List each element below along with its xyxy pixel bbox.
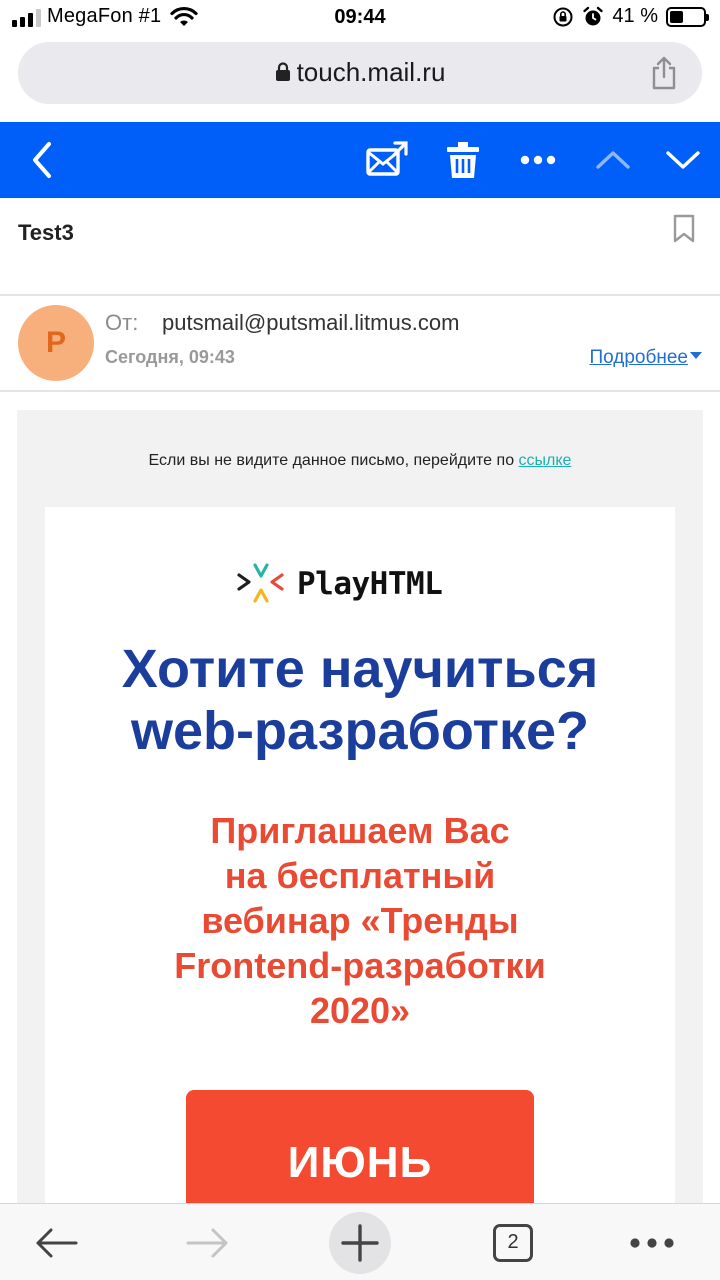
envelope-arrows-icon	[366, 141, 408, 176]
screen: MegaFon #1 09:44 41 % touch.mail.ru Test…	[0, 0, 720, 1280]
trash-icon	[447, 142, 479, 178]
headline: Хотите научиться web-разработке?	[45, 638, 675, 762]
details-link-label: Подробнее	[589, 347, 688, 368]
divider	[0, 390, 720, 392]
mail-toolbar	[0, 122, 720, 198]
next-message-button[interactable]	[662, 122, 704, 198]
url-text: touch.mail.ru	[296, 57, 446, 87]
more-dots-icon	[520, 155, 556, 165]
orientation-lock-icon	[553, 7, 573, 26]
battery-percent: 41 %	[612, 5, 658, 27]
more-dots-icon	[630, 1237, 674, 1248]
invitation-text: Приглашаем Вас на бесплатный вебинар «Тр…	[45, 808, 675, 1033]
lock-icon	[275, 62, 290, 82]
new-tab-circle	[329, 1211, 391, 1274]
invitation-line: Приглашаем Вас	[210, 810, 510, 851]
new-tab-button[interactable]	[329, 1204, 391, 1280]
preheader-text: Если вы не видите данное письмо, перейди…	[148, 452, 519, 469]
tabs-button[interactable]: 2	[490, 1204, 536, 1280]
bookmark-icon[interactable]	[672, 214, 696, 244]
tab-count: 2	[493, 1223, 533, 1262]
invitation-line: вебинар «Тренды	[201, 900, 519, 941]
message-date: Сегодня, 09:43	[105, 347, 235, 367]
share-icon[interactable]	[650, 56, 678, 90]
delete-button[interactable]	[443, 122, 483, 198]
browser-menu-button[interactable]	[626, 1204, 678, 1280]
url-display[interactable]: touch.mail.ru	[18, 57, 702, 88]
alarm-icon	[583, 6, 604, 25]
brand-name: PlayHTML	[297, 566, 443, 602]
view-in-browser-link[interactable]: ссылке	[519, 452, 572, 469]
chevron-left-icon	[33, 142, 51, 178]
address-bar[interactable]: touch.mail.ru	[18, 42, 702, 104]
caret-down-icon	[690, 351, 702, 359]
browser-back-button[interactable]	[30, 1204, 82, 1280]
divider	[0, 294, 720, 296]
status-bar: MegaFon #1 09:44 41 %	[0, 0, 720, 36]
back-button[interactable]	[22, 122, 62, 198]
browser-forward-button[interactable]	[182, 1204, 234, 1280]
battery-level	[670, 10, 684, 23]
plus-icon	[341, 1223, 379, 1262]
status-right: 41 %	[552, 5, 709, 28]
invitation-line: на бесплатный	[224, 855, 496, 896]
arrow-right-icon	[186, 1228, 228, 1257]
sender-avatar: P	[18, 305, 94, 381]
details-link[interactable]: Подробнее	[589, 347, 702, 369]
message-subject: Test3	[18, 220, 74, 245]
invitation-line: Frontend-разработки	[174, 945, 546, 986]
preheader: Если вы не видите данное письмо, перейди…	[17, 452, 703, 470]
playhtml-logo-icon	[237, 563, 284, 603]
chevron-down-icon	[666, 151, 700, 169]
previous-message-button[interactable]	[592, 122, 634, 198]
headline-line: Хотите научиться	[121, 639, 599, 699]
arrow-left-icon	[36, 1228, 78, 1257]
chevron-up-icon	[596, 151, 630, 169]
headline-line: web-разработке?	[130, 701, 590, 761]
brand-logo: PlayHTML	[237, 562, 443, 606]
from-label: От:	[105, 310, 139, 335]
sender-email[interactable]: putsmail@putsmail.litmus.com	[162, 310, 459, 336]
more-actions-button[interactable]	[516, 122, 560, 198]
invitation-line: 2020»	[309, 990, 411, 1031]
browser-toolbar: 2	[0, 1203, 720, 1280]
mark-unread-button[interactable]	[362, 122, 412, 198]
battery-icon	[666, 6, 709, 27]
